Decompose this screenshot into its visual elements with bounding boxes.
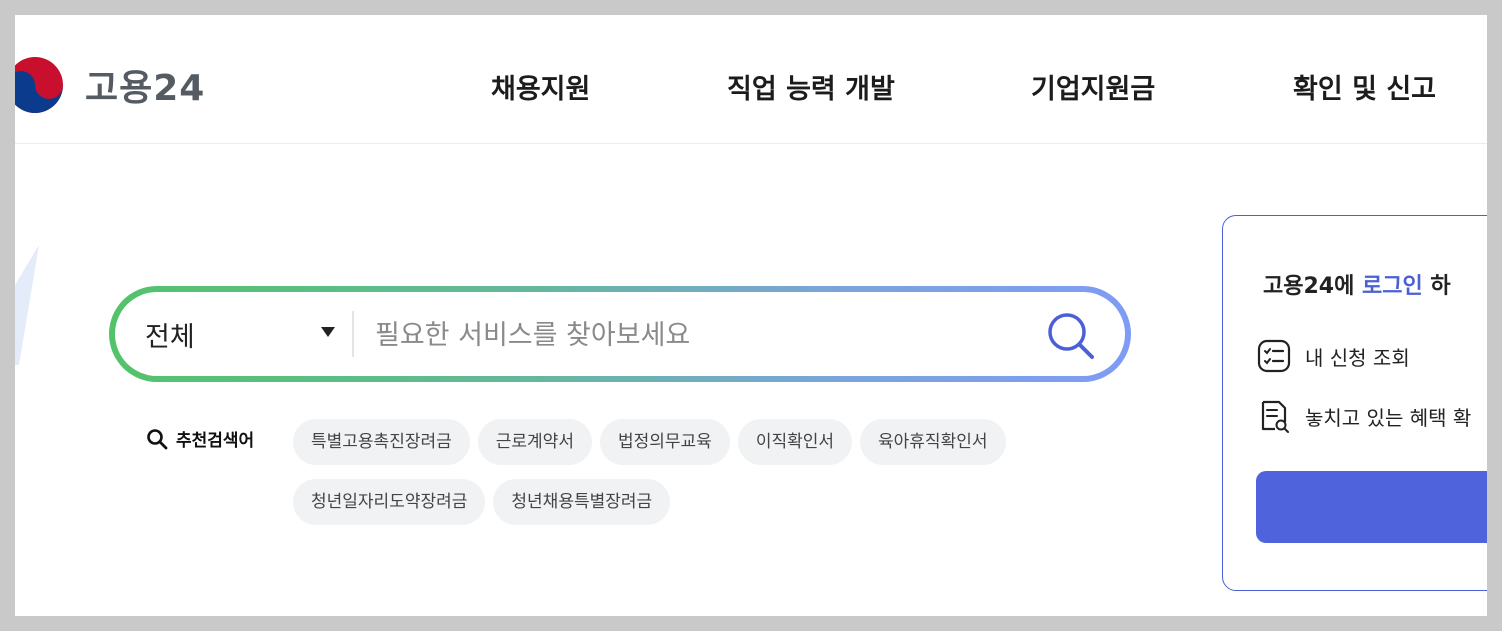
nav-item-confirm-report[interactable]: 확인 및 신고 (1293, 67, 1436, 106)
search-bar: 전체 (109, 286, 1131, 382)
page: 고용24 채용지원 직업 능력 개발 기업지원금 확인 및 신고 전체 추천 (15, 15, 1487, 616)
recommended-keywords-label: 추천검색어 (146, 426, 254, 451)
decorative-shape (15, 245, 39, 365)
taegeuk-emblem-icon (15, 57, 63, 113)
my-applications-label: 내 신청 조회 (1305, 345, 1410, 370)
search-input[interactable] (373, 306, 1017, 364)
recommended-label-text: 추천검색어 (176, 431, 255, 451)
keyword-chip[interactable]: 청년일자리도약장려금 (293, 479, 486, 525)
search-divider (352, 311, 354, 357)
recommended-keywords: 특별고용촉진장려금 근로계약서 법정의무교육 이직확인서 육아휴직확인서청년일자리도약장… (293, 419, 1133, 539)
site-logo[interactable]: 고용24 (15, 53, 223, 117)
logo-text: 고용24 (85, 68, 206, 109)
keyword-chip[interactable]: 특별고용촉진장려금 (293, 419, 470, 465)
document-search-icon (1261, 400, 1289, 433)
keyword-chip[interactable]: 청년채용특별장려금 (493, 479, 671, 525)
search-icon[interactable] (1045, 310, 1097, 362)
nav-item-hiring-support[interactable]: 채용지원 (491, 67, 590, 106)
keyword-chip[interactable]: 법정의무교육 (599, 419, 730, 465)
keyword-chip[interactable]: 근로계약서 (477, 419, 592, 465)
nav-item-company-subsidy[interactable]: 기업지원금 (1031, 67, 1155, 106)
missed-benefits-link[interactable]: 놓치고 있는 혜택 확 (1257, 399, 1471, 433)
site-header: 고용24 채용지원 직업 능력 개발 기업지원금 확인 및 신고 (15, 15, 1487, 144)
login-button[interactable] (1256, 471, 1487, 543)
my-applications-link[interactable]: 내 신청 조회 (1257, 339, 1410, 373)
login-title-suffix: 하 (1422, 274, 1451, 299)
magnifier-icon (147, 428, 168, 449)
keyword-chip[interactable]: 이직확인서 (737, 419, 853, 465)
login-card-title: 고용24에 로그인 하 (1263, 268, 1451, 300)
keyword-chip[interactable]: 육아휴직확인서 (860, 419, 1006, 465)
login-link[interactable]: 로그인 (1362, 274, 1423, 299)
category-select-value: 전체 (145, 321, 195, 353)
checklist-icon (1257, 339, 1291, 373)
login-title-prefix: 고용24에 (1263, 274, 1362, 299)
category-select[interactable]: 전체 (145, 292, 335, 376)
search-bar-inner: 전체 (115, 292, 1125, 376)
nav-item-job-skills[interactable]: 직업 능력 개발 (727, 67, 895, 106)
caret-down-icon (321, 327, 335, 337)
missed-benefits-label: 놓치고 있는 혜택 확 (1305, 405, 1472, 430)
login-card: 고용24에 로그인 하 내 신청 조회 놓치고 있는 혜택 확 (1222, 215, 1487, 591)
